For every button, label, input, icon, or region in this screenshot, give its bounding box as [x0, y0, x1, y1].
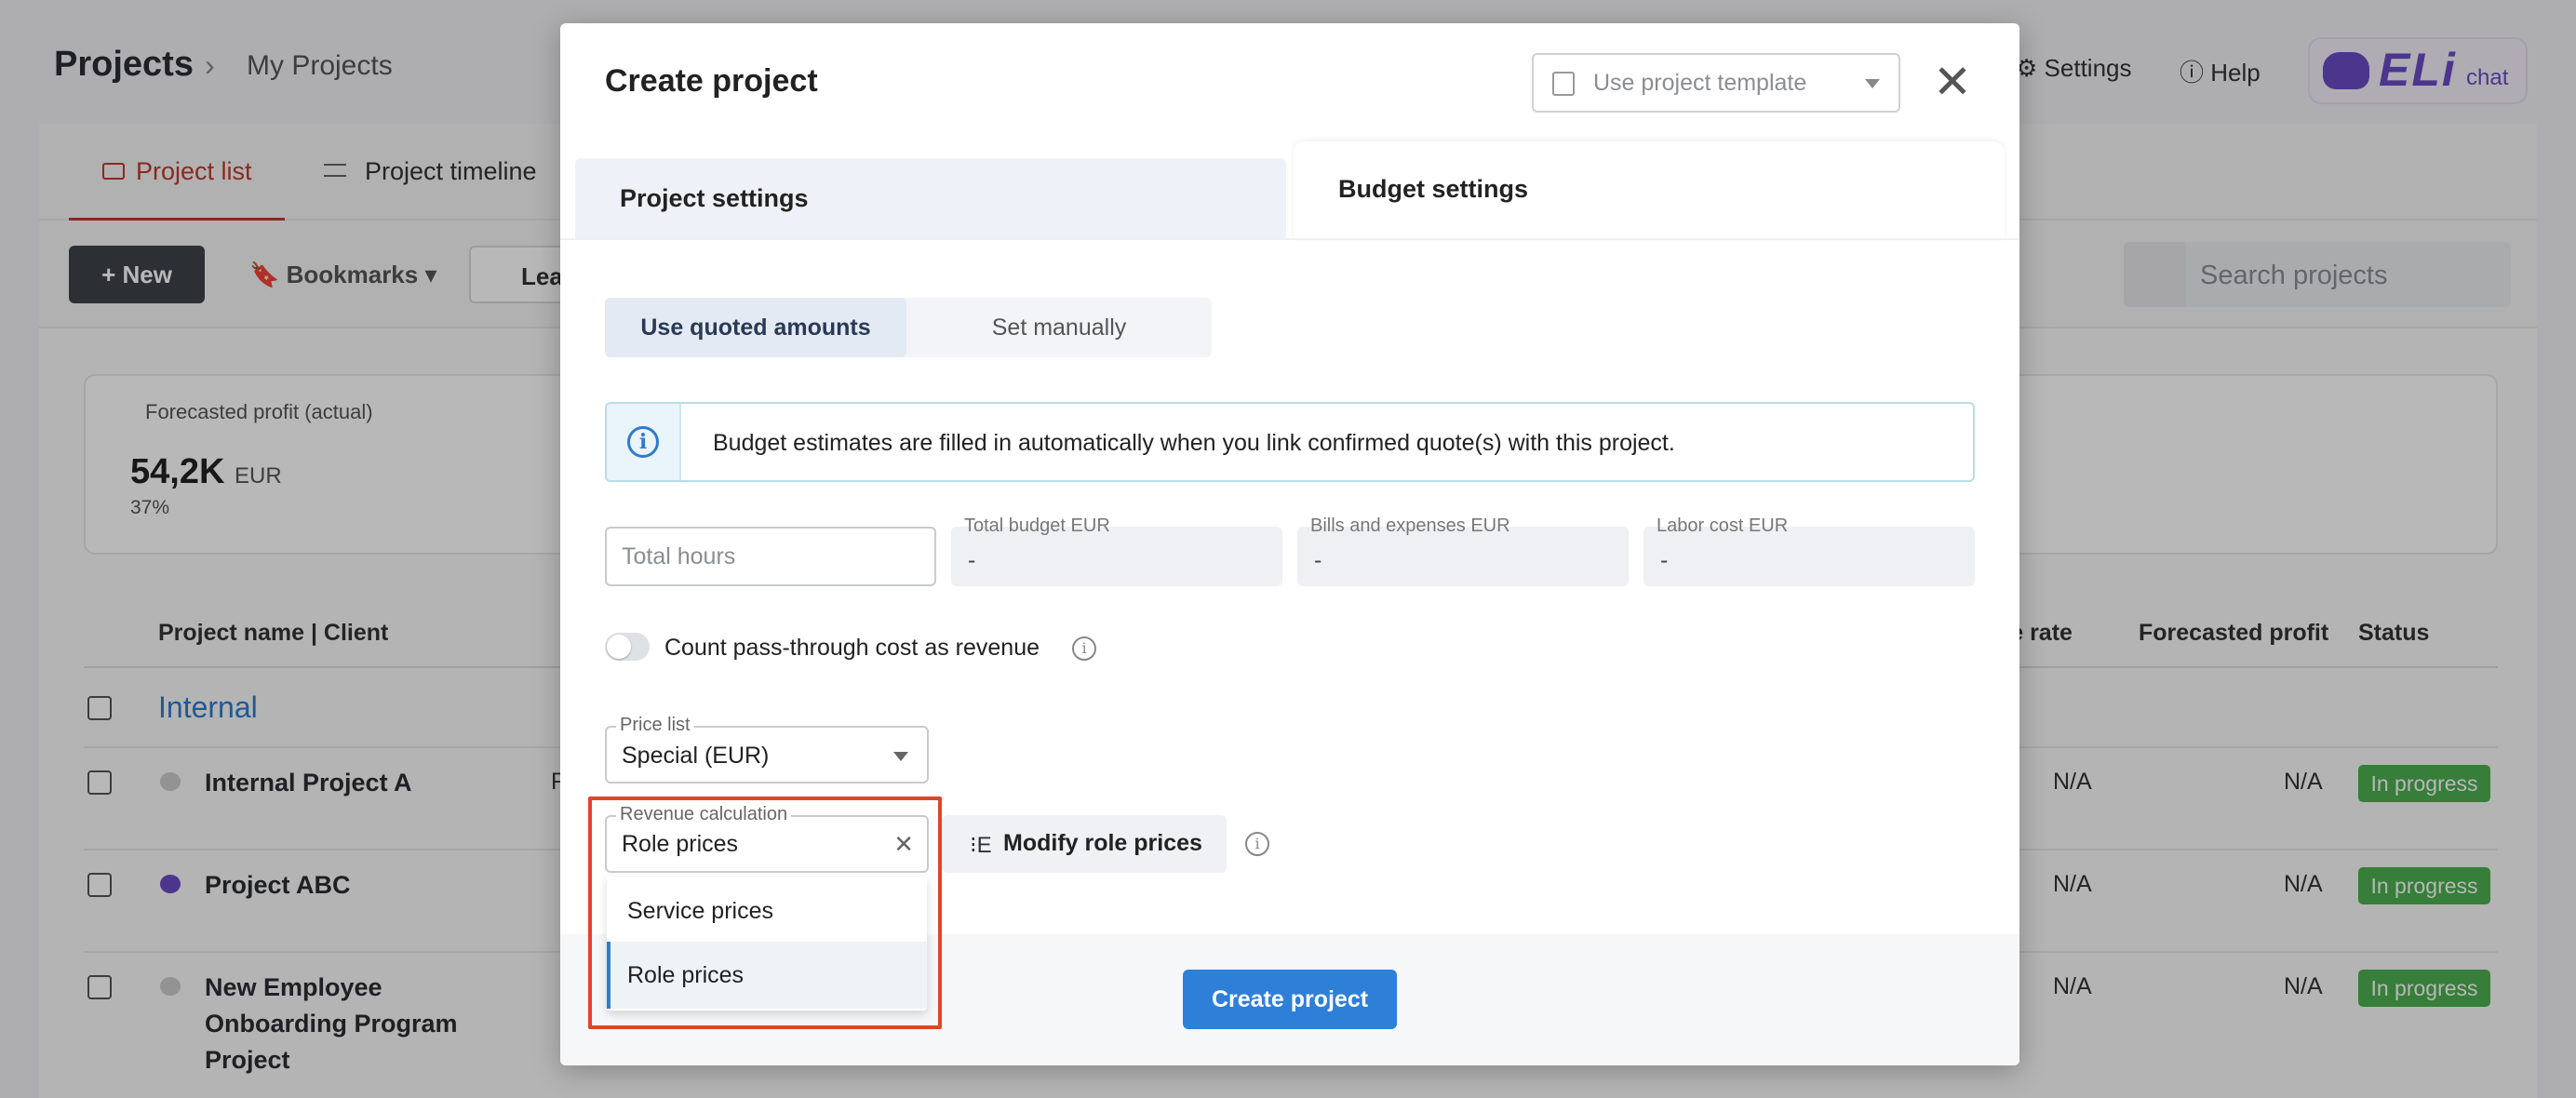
chevron-down-icon	[893, 752, 908, 761]
tab-label: Project settings	[620, 184, 809, 212]
toggle-knob	[607, 635, 631, 659]
tab-label: Budget settings	[1338, 175, 1529, 203]
total-hours-input[interactable]	[607, 529, 934, 584]
close-icon[interactable]: ✕	[1932, 54, 1973, 110]
segment-set-manually[interactable]: Set manually	[906, 298, 1212, 357]
info-icon[interactable]: i	[1072, 636, 1096, 661]
template-placeholder: Use project template	[1593, 70, 1807, 96]
labor-cost-field: Labor cost EUR -	[1644, 516, 1975, 586]
pass-through-label: Count pass-through cost as revenue	[664, 635, 1040, 661]
modify-role-prices-button[interactable]: ⁝E Modify role prices	[942, 815, 1227, 873]
info-text: Budget estimates are filled in automatic…	[713, 430, 1675, 456]
info-icon[interactable]: i	[1245, 832, 1269, 856]
total-hours-field[interactable]	[605, 527, 936, 586]
create-project-button[interactable]: Create project	[1183, 970, 1397, 1029]
field-value: -	[1314, 547, 1322, 573]
segment-use-quoted-amounts[interactable]: Use quoted amounts	[605, 298, 906, 357]
field-label: Labor cost EUR	[1657, 516, 1789, 536]
field-value: -	[1660, 547, 1669, 573]
price-list-value: Special (EUR)	[622, 743, 770, 769]
modify-label: Modify role prices	[1003, 830, 1202, 856]
tab-divider	[560, 238, 2019, 240]
field-label: Bills and expenses EUR	[1310, 516, 1510, 536]
modal-title: Create project	[605, 63, 818, 99]
tab-project-settings[interactable]: Project settings	[575, 158, 1286, 240]
edit-list-icon: ⁝E	[970, 833, 992, 858]
field-value: -	[968, 547, 976, 573]
total-budget-field: Total budget EUR -	[951, 516, 1282, 586]
bills-expenses-field: Bills and expenses EUR -	[1297, 516, 1629, 586]
price-list-select[interactable]: Price list Special (EUR)	[605, 715, 929, 783]
project-template-select[interactable]: Use project template	[1532, 53, 1900, 113]
highlight-outline	[588, 797, 942, 1029]
info-icon: i	[627, 426, 659, 458]
template-icon	[1552, 72, 1575, 96]
tab-budget-settings[interactable]: Budget settings	[1294, 141, 2005, 240]
field-label: Total budget EUR	[964, 516, 1110, 536]
field-label: Price list	[616, 715, 694, 736]
chevron-down-icon	[1865, 79, 1880, 88]
